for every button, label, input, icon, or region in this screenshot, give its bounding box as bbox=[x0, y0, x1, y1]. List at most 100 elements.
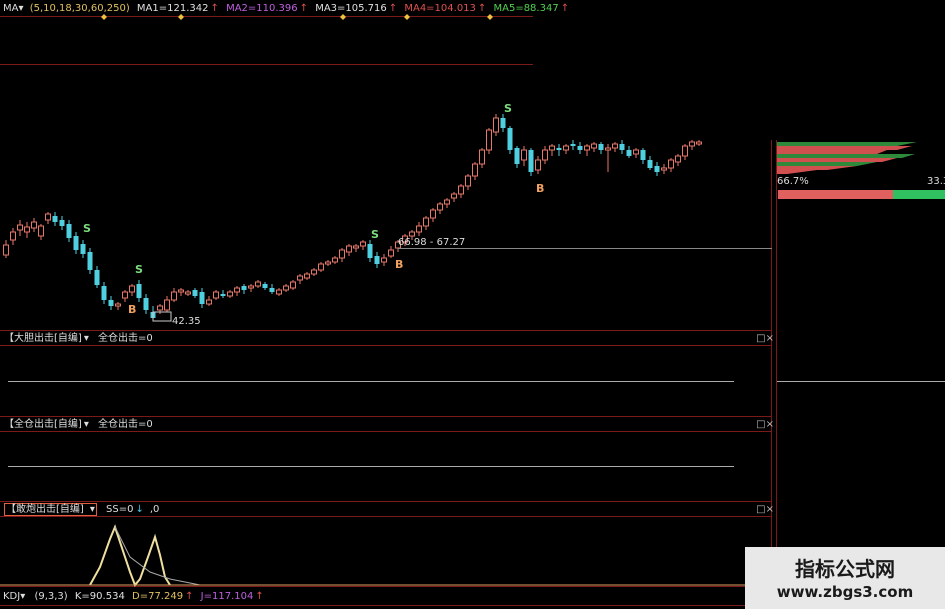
candle-body bbox=[542, 149, 548, 161]
candle-body bbox=[689, 141, 695, 147]
candle-body bbox=[423, 217, 429, 227]
diamond-marker bbox=[340, 14, 346, 20]
candle-body bbox=[157, 305, 163, 311]
diamond-marker bbox=[487, 14, 493, 20]
candle-body bbox=[213, 291, 219, 299]
candle-body bbox=[444, 199, 450, 205]
kdj-j-value: J=117.104 bbox=[200, 591, 254, 602]
signal-decay-line bbox=[114, 526, 201, 586]
candle-body bbox=[80, 244, 86, 254]
candle-body bbox=[360, 241, 366, 247]
candle-body bbox=[570, 144, 576, 146]
candle-body bbox=[381, 257, 387, 263]
sell-signal: S bbox=[135, 263, 143, 276]
panel3-title[interactable]: 【敢炮出击[自编] ▾ bbox=[4, 503, 97, 516]
candle-body bbox=[556, 148, 562, 150]
candle-body bbox=[3, 244, 9, 256]
candle-body bbox=[654, 166, 660, 172]
candle-body bbox=[563, 145, 569, 151]
watermark-box: 指标公式网 www.zbgs3.com bbox=[745, 547, 945, 609]
diamond-marker bbox=[404, 14, 410, 20]
candle-body bbox=[178, 289, 184, 293]
candle-body bbox=[199, 292, 205, 304]
kdj-indicator-bar: KDJ▾ (9,3,3) K=90.534 D=77.249 ↑ J=117.10… bbox=[3, 590, 264, 604]
candle-body bbox=[115, 303, 121, 307]
candle-body bbox=[17, 224, 23, 231]
diamond-marker bbox=[178, 14, 184, 20]
candle-body bbox=[633, 149, 639, 155]
restore-icon[interactable]: □ bbox=[756, 419, 765, 430]
candle-body bbox=[479, 149, 485, 165]
panel1-dropdown-icon[interactable]: ▾ bbox=[84, 333, 89, 344]
kdj-dropdown[interactable]: KDJ▾ bbox=[3, 591, 25, 602]
candle-body bbox=[318, 263, 324, 271]
candle-body bbox=[591, 143, 597, 149]
candle-body bbox=[346, 245, 352, 253]
panel2-dropdown-icon[interactable]: ▾ bbox=[84, 419, 89, 430]
percent-left-label: 66.7% bbox=[777, 176, 809, 187]
candle-body bbox=[52, 216, 58, 222]
candle-body bbox=[514, 148, 520, 164]
candle-body bbox=[101, 286, 107, 300]
close-icon[interactable]: × bbox=[766, 333, 774, 344]
candle-body bbox=[297, 275, 303, 281]
panel1-title[interactable]: 【大胆出击[自编] bbox=[4, 333, 82, 344]
low-price-label: 42.35 bbox=[172, 316, 201, 327]
candle-body bbox=[164, 299, 170, 311]
restore-icon[interactable]: □ bbox=[756, 333, 765, 344]
candle-body bbox=[220, 294, 226, 296]
candle-body bbox=[696, 141, 702, 145]
candle-body bbox=[31, 221, 37, 229]
candle-body bbox=[577, 146, 583, 150]
candle-body bbox=[143, 298, 149, 310]
candle-body bbox=[416, 225, 422, 233]
candle-body bbox=[325, 261, 331, 265]
candle-body bbox=[10, 231, 16, 241]
candle-body bbox=[500, 118, 506, 128]
restore-icon[interactable]: □ bbox=[756, 504, 765, 515]
percent-right-label: 33.3 bbox=[927, 176, 945, 187]
candle-body bbox=[108, 300, 114, 306]
panel2-line bbox=[8, 466, 734, 467]
panel2-title[interactable]: 【全仓出击[自编] bbox=[4, 419, 82, 430]
candle-body bbox=[38, 225, 44, 237]
candle-body bbox=[129, 285, 135, 293]
close-icon[interactable]: × bbox=[766, 419, 774, 430]
candle-body bbox=[612, 143, 618, 149]
close-icon[interactable]: × bbox=[766, 504, 774, 515]
panel2-bottom-border bbox=[0, 501, 772, 502]
candle-body bbox=[619, 144, 625, 150]
candle-body bbox=[640, 150, 646, 160]
candle-body bbox=[94, 270, 100, 285]
kdj-bottom-border bbox=[0, 605, 772, 606]
side-reference-line bbox=[777, 381, 945, 382]
candle-body bbox=[339, 249, 345, 259]
candle-body bbox=[290, 281, 296, 289]
panel1-title-bar: 【大胆出击[自编] ▾ 全仓出击=0 bbox=[4, 332, 159, 346]
panel2-controls: □× bbox=[752, 419, 774, 431]
candle-body bbox=[269, 288, 275, 292]
candle-body bbox=[598, 144, 604, 150]
candle-body bbox=[24, 226, 30, 233]
candle-body bbox=[647, 160, 653, 168]
candle-body bbox=[192, 290, 198, 296]
range-price-label: 66.98 - 67.27 bbox=[398, 237, 466, 248]
candlestick-chart[interactable]: S S B S B S B bbox=[0, 0, 772, 330]
candle-body bbox=[276, 289, 282, 295]
candle-body bbox=[206, 299, 212, 305]
sell-signal: S bbox=[504, 102, 512, 115]
candle-body bbox=[311, 269, 317, 275]
ratio-bar-green bbox=[893, 190, 945, 199]
kdj-j-arrow: ↑ bbox=[255, 591, 264, 602]
sell-signal: S bbox=[83, 222, 91, 235]
candle-body bbox=[59, 220, 65, 226]
candle-body bbox=[66, 224, 72, 238]
candle-body bbox=[241, 286, 247, 290]
candle-body bbox=[451, 193, 457, 199]
price-reference-line bbox=[398, 248, 772, 249]
panel3-extra: ,0 bbox=[149, 504, 160, 515]
volume-profile bbox=[777, 142, 917, 174]
candle-body bbox=[136, 284, 142, 298]
panel3-signal-chart bbox=[0, 524, 772, 587]
candle-body bbox=[437, 203, 443, 211]
